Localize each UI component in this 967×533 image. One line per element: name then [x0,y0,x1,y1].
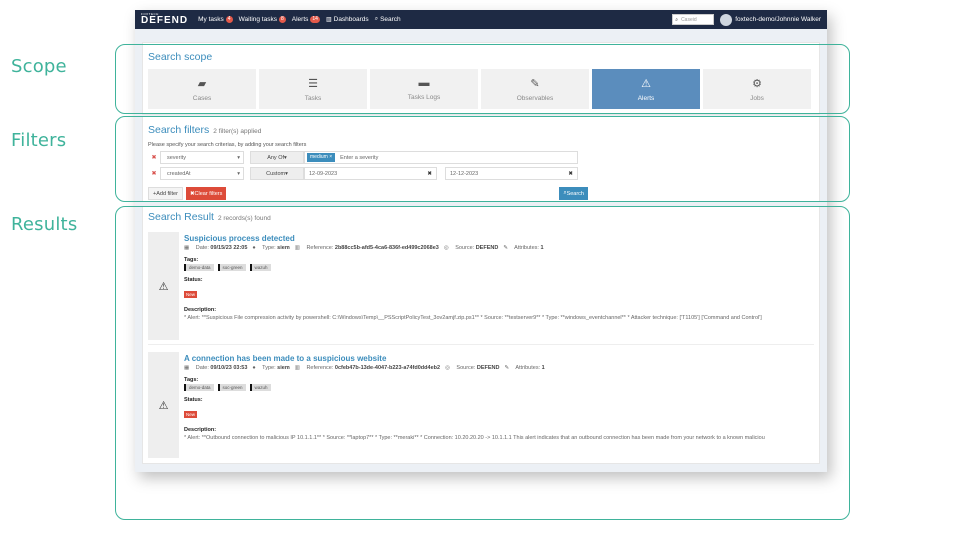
bar-chart-icon: ▥ [325,17,332,23]
nav-alerts-label: Alerts [291,16,309,23]
avatar[interactable] [720,13,733,26]
brand-big: DEFEND [141,15,189,26]
nav-waiting-tasks-label: Waiting tasks [238,16,277,23]
alerts-badge: 14 [310,16,320,23]
annotation-scope: Scope [11,56,67,77]
nav-dashboards-label: Dashboards [333,16,369,23]
nav-my-tasks[interactable]: My tasks 4 [198,16,233,23]
caseid-input[interactable]: ⌕ Caseid [672,14,715,25]
annotation-box-scope [115,44,850,114]
annotation-box-results [115,206,850,520]
user-menu[interactable]: foxtech-demo/Johnnie Walker [735,16,821,23]
nav-search-label: Search [380,16,401,23]
annotation-results: Results [11,214,78,235]
nav-my-tasks-label: My tasks [198,16,224,23]
nav-waiting-tasks[interactable]: Waiting tasks 8 [239,16,286,23]
caseid-placeholder: Caseid [681,16,697,23]
search-icon: ⌕ [374,16,379,22]
nav-search[interactable]: ⌕ Search [375,16,401,23]
annotation-box-filters [115,116,850,202]
nav-dashboards[interactable]: ▥ Dashboards [326,16,369,23]
search-icon: ⌕ [675,16,679,23]
waiting-tasks-badge: 8 [278,16,286,23]
top-navbar: FOXTECH DEFEND My tasks 4 Waiting tasks 8 … [135,10,827,29]
my-tasks-badge: 4 [225,16,233,23]
brand-logo[interactable]: FOXTECH DEFEND [141,13,188,26]
annotation-filters: Filters [11,130,67,151]
nav-alerts[interactable]: Alerts 14 [292,16,320,23]
